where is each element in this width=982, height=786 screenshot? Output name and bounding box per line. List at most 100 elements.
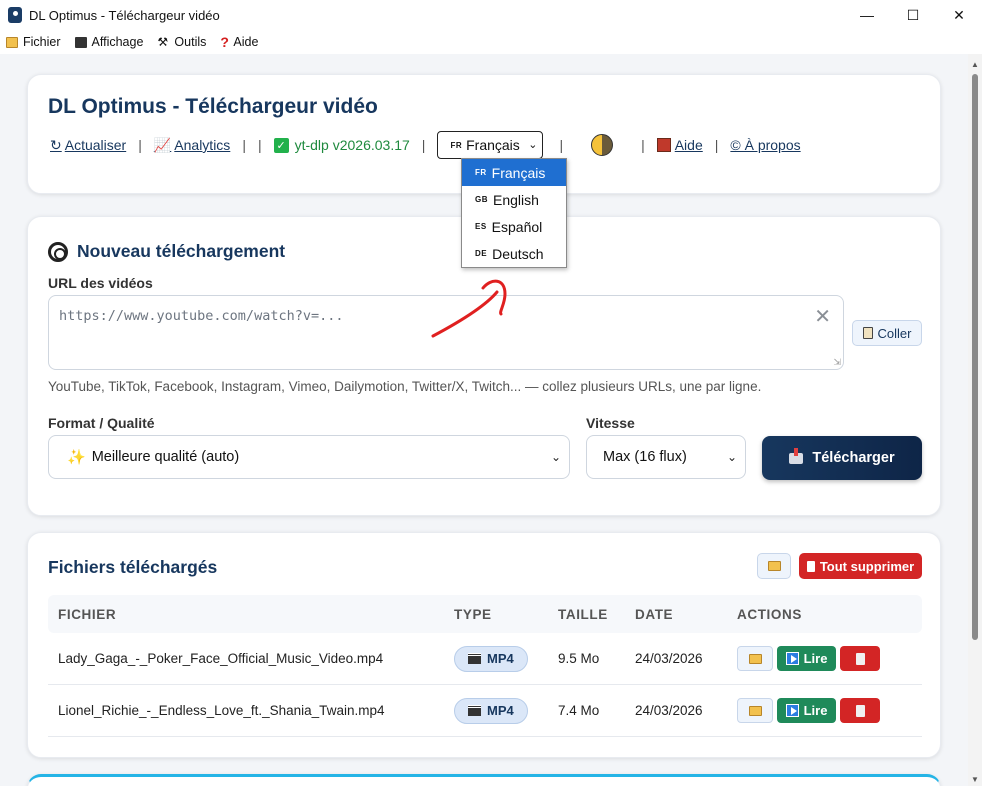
language-option-fr[interactable]: FR Français <box>462 159 566 186</box>
type-badge: MP4 <box>454 645 528 672</box>
files-title: Fichiers téléchargés <box>48 557 218 577</box>
folder-icon <box>748 653 762 664</box>
folder-icon <box>6 36 18 48</box>
help-link[interactable]: Aide <box>656 137 703 153</box>
clapperboard-icon <box>468 653 481 664</box>
menu-outils[interactable]: ⚒ Outils <box>157 35 206 49</box>
separator: | <box>641 137 645 153</box>
table-row: Lionel_Richie_-_Endless_Love_ft._Shania_… <box>48 685 922 737</box>
table-row: Lady_Gaga_-_Poker_Face_Official_Music_Vi… <box>48 633 922 685</box>
separator: | <box>242 137 246 153</box>
play-icon <box>785 704 799 717</box>
column-header: TYPE <box>454 606 492 622</box>
folder-icon <box>767 561 781 571</box>
chevron-down-icon: ⌄ <box>528 139 538 151</box>
app-title: DL Optimus - Téléchargeur vidéo <box>48 95 378 118</box>
analytics-link[interactable]: 📈 Analytics <box>154 137 230 154</box>
column-header: FICHIER <box>58 606 117 622</box>
delete-file-button[interactable] <box>840 698 880 723</box>
separator: | <box>559 137 564 153</box>
menu-fichier[interactable]: Fichier <box>6 35 61 49</box>
annotation-arrow <box>431 279 507 338</box>
files-table: FICHIER TYPE TAILLE DATE ACTIONS Lady_Ga… <box>48 595 922 737</box>
sparkle-icon: ✨ <box>67 449 86 466</box>
separator: | <box>138 137 142 153</box>
clapperboard-icon <box>468 705 481 716</box>
open-file-folder-button[interactable] <box>737 646 773 671</box>
chevron-down-icon: ⌄ <box>726 450 737 464</box>
refresh-icon: ↻ <box>50 136 62 153</box>
menu-bar: Fichier Affichage ⚒ Outils ? Aide <box>0 30 982 54</box>
menu-aide[interactable]: ? Aide <box>220 33 258 50</box>
theme-toggle[interactable] <box>591 134 614 156</box>
version-status: ✓ yt-dlp v2026.03.17 <box>273 137 410 153</box>
play-button[interactable]: Lire <box>777 698 836 723</box>
file-date: 24/03/2026 <box>635 651 703 666</box>
about-link[interactable]: © À propos <box>730 137 800 153</box>
trash-icon <box>855 704 865 717</box>
column-header: ACTIONS <box>737 606 802 622</box>
table-header: FICHIER TYPE TAILLE DATE ACTIONS <box>48 595 922 633</box>
clipboard-icon <box>862 327 873 339</box>
tools-icon: ⚒ <box>157 34 169 49</box>
separator: | <box>257 137 262 153</box>
menu-affichage[interactable]: Affichage <box>74 35 143 49</box>
resize-grip-icon[interactable]: ⇲ <box>833 357 841 368</box>
file-name: Lady_Gaga_-_Poker_Face_Official_Music_Vi… <box>58 651 384 666</box>
close-window-button[interactable]: ✕ <box>936 0 982 30</box>
trash-icon <box>806 560 815 572</box>
supported-sites-hint: YouTube, TikTok, Facebook, Instagram, Vi… <box>48 379 762 394</box>
next-card-peek <box>27 774 941 786</box>
download-button[interactable]: Télécharger <box>762 436 922 480</box>
check-icon: ✓ <box>273 137 289 153</box>
speed-label: Vitesse <box>586 415 635 431</box>
separator: | <box>714 137 719 153</box>
clear-icon[interactable]: ✕ <box>814 304 831 329</box>
refresh-link[interactable]: ↻ Actualiser <box>50 137 126 154</box>
scroll-down-icon[interactable]: ▼ <box>971 775 979 784</box>
file-date: 24/03/2026 <box>635 703 703 718</box>
url-label: URL des vidéos <box>48 275 153 291</box>
file-size: 7.4 Mo <box>558 703 600 718</box>
chevron-down-icon: ⌄ <box>550 450 561 464</box>
format-select[interactable]: ✨ Meilleure qualité (auto) ⌄ <box>48 435 570 479</box>
delete-file-button[interactable] <box>840 646 880 671</box>
open-folder-button[interactable] <box>757 553 791 579</box>
scroll-thumb[interactable] <box>972 74 978 640</box>
type-badge: MP4 <box>454 697 528 724</box>
speed-select[interactable]: Max (16 flux) ⌄ <box>586 435 746 479</box>
header-nav: ↻ Actualiser | 📈 Analytics | | ✓ yt-dlp v20… <box>50 131 801 159</box>
window-titlebar: DL Optimus - Téléchargeur vidéo — ☐ ✕ <box>0 0 982 30</box>
chart-icon: 📈 <box>153 136 172 153</box>
column-header: DATE <box>635 606 674 622</box>
language-select[interactable]: FR Français ⌄ <box>437 131 544 159</box>
column-header: TAILLE <box>558 606 608 622</box>
minimize-button[interactable]: — <box>844 0 890 30</box>
separator: | <box>421 137 426 153</box>
language-dropdown: FR Français GB English ES Español DE Deutsch <box>461 158 567 268</box>
scroll-up-icon[interactable]: ▲ <box>971 60 979 69</box>
format-label: Format / Qualité <box>48 415 155 431</box>
language-option-en[interactable]: GB English <box>462 186 566 213</box>
folder-icon <box>748 705 762 716</box>
file-name: Lionel_Richie_-_Endless_Love_ft._Shania_… <box>58 703 385 718</box>
language-option-de[interactable]: DE Deutsch <box>462 240 566 267</box>
url-placeholder: https://www.youtube.com/watch?v=... <box>59 308 344 324</box>
new-download-title: Nouveau téléchargement <box>48 241 285 262</box>
language-option-es[interactable]: ES Español <box>462 213 566 240</box>
book-icon <box>656 138 671 152</box>
download-icon <box>789 447 804 464</box>
app-icon <box>8 7 22 23</box>
question-icon: ? <box>220 33 229 50</box>
delete-all-button[interactable]: Tout supprimer <box>799 553 922 579</box>
file-size: 9.5 Mo <box>558 651 600 666</box>
play-icon <box>785 652 799 665</box>
play-button[interactable]: Lire <box>777 646 836 671</box>
vertical-scrollbar[interactable]: ▲ ▼ <box>968 54 982 786</box>
window-title: DL Optimus - Téléchargeur vidéo <box>29 7 220 23</box>
monitor-icon <box>74 36 87 48</box>
maximize-button[interactable]: ☐ <box>890 0 936 30</box>
target-icon <box>48 241 68 262</box>
paste-button[interactable]: Coller <box>852 320 922 346</box>
open-file-folder-button[interactable] <box>737 698 773 723</box>
